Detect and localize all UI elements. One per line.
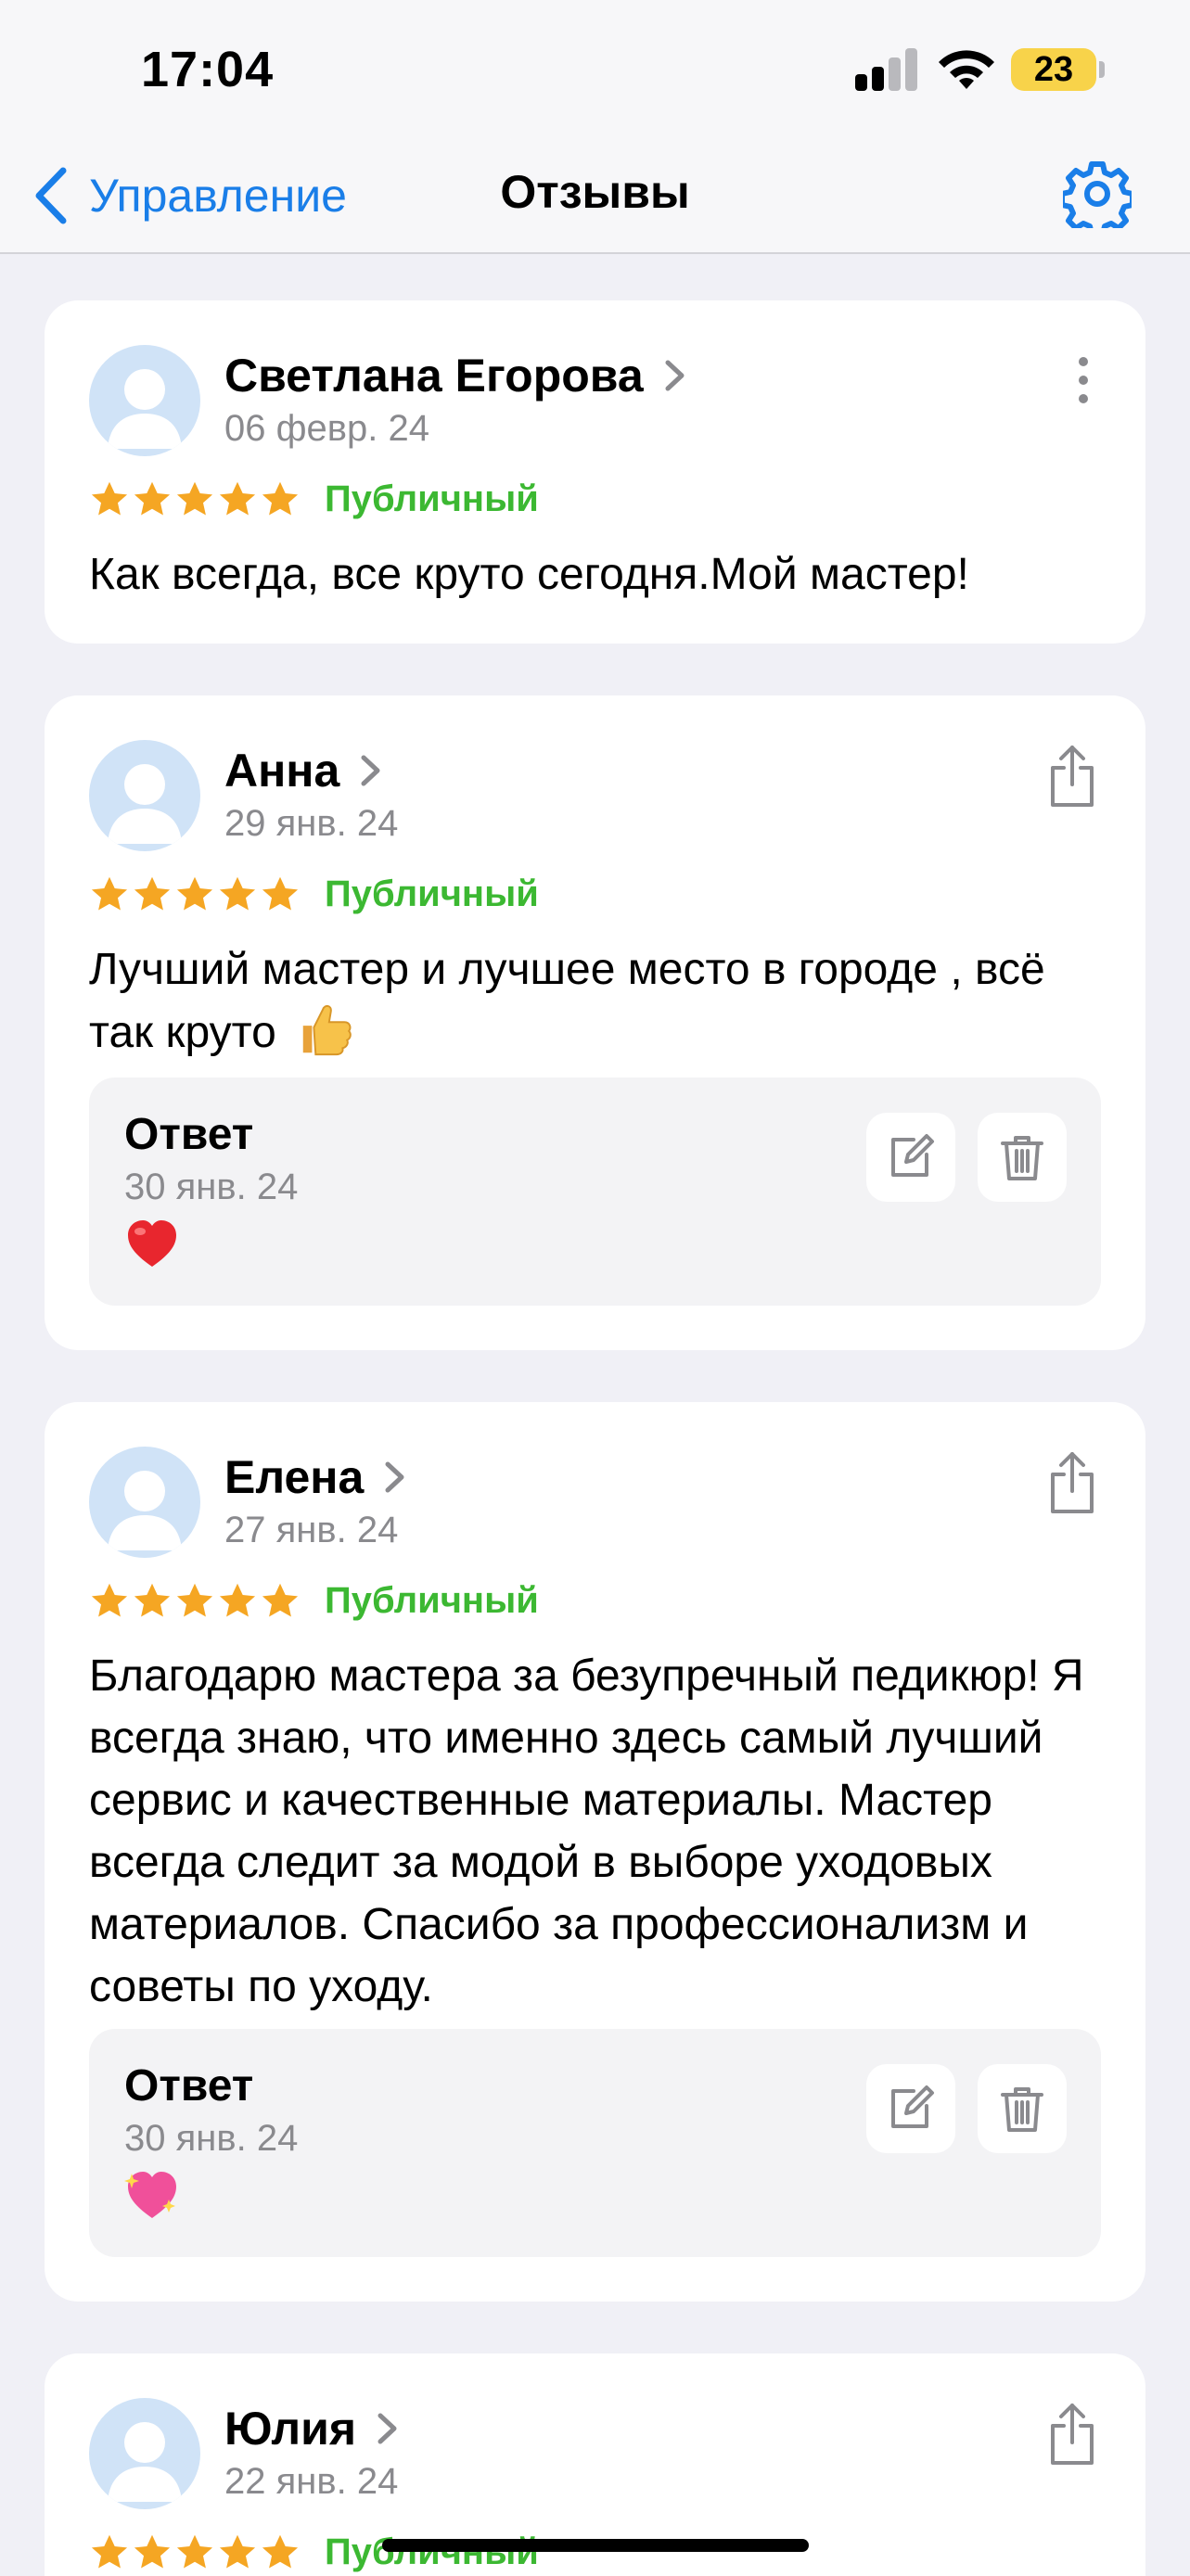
wifi-icon bbox=[939, 50, 994, 89]
share-icon[interactable] bbox=[1047, 744, 1097, 809]
thumbs-up-emoji bbox=[302, 1004, 352, 1056]
star-icon bbox=[219, 481, 256, 515]
star-icon bbox=[176, 2534, 213, 2568]
answer-date: 30 янв. 24 bbox=[124, 1167, 299, 1207]
star-icon bbox=[262, 2534, 299, 2568]
reviewer-name-link[interactable]: Елена bbox=[224, 1450, 406, 1504]
reviewer-name: Елена bbox=[224, 1451, 365, 1503]
trash-icon bbox=[1001, 2087, 1043, 2132]
star-icon bbox=[91, 2534, 128, 2568]
more-vertical-icon[interactable] bbox=[1069, 352, 1097, 408]
star-rating bbox=[89, 874, 301, 915]
red-heart-emoji bbox=[128, 1220, 176, 1267]
edit-icon bbox=[891, 2085, 934, 2128]
review-date: 22 янв. 24 bbox=[224, 2461, 399, 2502]
reviewer-name-link[interactable]: Юлия bbox=[224, 2402, 399, 2455]
star-icon bbox=[91, 876, 128, 910]
answer-title: Ответ bbox=[124, 2061, 254, 2111]
star-icon bbox=[219, 2534, 256, 2568]
answer-date: 30 янв. 24 bbox=[124, 2118, 299, 2159]
edit-answer-button[interactable] bbox=[866, 1113, 955, 1202]
chevron-right-icon bbox=[665, 360, 685, 391]
answer-block: Ответ 30 янв. 24 bbox=[89, 2029, 1101, 2257]
review-date: 27 янв. 24 bbox=[224, 1510, 399, 1550]
review-date: 06 февр. 24 bbox=[224, 408, 429, 449]
user-placeholder-icon bbox=[108, 369, 182, 449]
gear-icon[interactable] bbox=[1063, 159, 1132, 228]
edit-answer-button[interactable] bbox=[866, 2064, 955, 2153]
battery-cap bbox=[1099, 61, 1105, 78]
delete-answer-button[interactable] bbox=[978, 1113, 1067, 1202]
star-rating bbox=[89, 1581, 301, 1622]
cellular-signal-icon bbox=[855, 46, 920, 91]
status-badge: Публичный bbox=[325, 874, 539, 914]
delete-answer-button[interactable] bbox=[978, 2064, 1067, 2153]
star-icon bbox=[262, 1583, 299, 1616]
rating-row: Публичный bbox=[89, 874, 539, 915]
avatar bbox=[89, 1447, 200, 1558]
review-card: Елена 27 янв. 24 Публичный Благодарю мас… bbox=[45, 1402, 1145, 2302]
reviewer-name: Юлия bbox=[224, 2403, 356, 2455]
star-icon bbox=[91, 1583, 128, 1616]
reviewer-name: Анна bbox=[224, 745, 340, 797]
rating-row: Публичный bbox=[89, 2531, 539, 2573]
chevron-right-icon bbox=[377, 2413, 397, 2444]
rating-row: Публичный bbox=[89, 1580, 539, 1622]
star-rating bbox=[89, 479, 301, 520]
page-title: Отзывы bbox=[500, 166, 690, 218]
reviewer-name-link[interactable]: Светлана Егорова bbox=[224, 349, 686, 402]
star-rating bbox=[89, 2532, 301, 2573]
status-badge: Публичный bbox=[325, 1580, 539, 1621]
battery-indicator: 23 bbox=[1011, 48, 1096, 91]
avatar bbox=[89, 345, 200, 456]
star-icon bbox=[262, 876, 299, 910]
status-badge: Публичный bbox=[325, 478, 539, 519]
avatar bbox=[89, 740, 200, 851]
sparkling-heart-emoji bbox=[124, 2172, 176, 2218]
star-icon bbox=[219, 876, 256, 910]
chevron-right-icon bbox=[385, 1461, 404, 1493]
status-badge: Публичный bbox=[325, 2531, 539, 2572]
status-bar: 17:04 23 bbox=[0, 0, 1190, 139]
star-icon bbox=[134, 2534, 171, 2568]
status-time: 17:04 bbox=[141, 42, 275, 97]
answer-block: Ответ 30 янв. 24 bbox=[89, 1078, 1101, 1306]
star-icon bbox=[91, 481, 128, 515]
star-icon bbox=[262, 481, 299, 515]
star-icon bbox=[176, 876, 213, 910]
star-icon bbox=[134, 481, 171, 515]
user-placeholder-icon bbox=[108, 2422, 182, 2502]
review-card: Анна 29 янв. 24 Публичный Лучший мастер … bbox=[45, 695, 1145, 1350]
review-text: Лучший мастер и лучшее место в городе , … bbox=[89, 938, 1072, 1064]
star-icon bbox=[134, 1583, 171, 1616]
trash-icon bbox=[1001, 1136, 1043, 1180]
star-icon bbox=[176, 1583, 213, 1616]
user-placeholder-icon bbox=[108, 1471, 182, 1550]
navigation-bar: Управление Отзывы bbox=[0, 139, 1190, 254]
review-text-content: Лучший мастер и лучшее место в городе , … bbox=[89, 945, 1045, 1057]
reviewer-name-link[interactable]: Анна bbox=[224, 744, 382, 797]
answer-title: Ответ bbox=[124, 1110, 254, 1159]
user-placeholder-icon bbox=[108, 764, 182, 844]
star-icon bbox=[134, 876, 171, 910]
review-card: Светлана Егорова 06 февр. 24 Публичный К… bbox=[45, 300, 1145, 644]
review-text: Как всегда, все круто сегодня.Мой мастер… bbox=[89, 550, 969, 599]
star-icon bbox=[219, 1583, 256, 1616]
review-text: Благодарю мастера за безупречный педикюр… bbox=[89, 1651, 1084, 2011]
share-icon[interactable] bbox=[1047, 2402, 1097, 2467]
star-icon bbox=[176, 481, 213, 515]
edit-icon bbox=[891, 1134, 934, 1177]
reviewer-name: Светлана Егорова bbox=[224, 350, 644, 402]
rating-row: Публичный bbox=[89, 478, 539, 520]
chevron-right-icon bbox=[361, 755, 380, 786]
avatar bbox=[89, 2398, 200, 2509]
home-indicator[interactable] bbox=[382, 2539, 809, 2552]
share-icon[interactable] bbox=[1047, 1450, 1097, 1515]
review-date: 29 янв. 24 bbox=[224, 803, 399, 844]
